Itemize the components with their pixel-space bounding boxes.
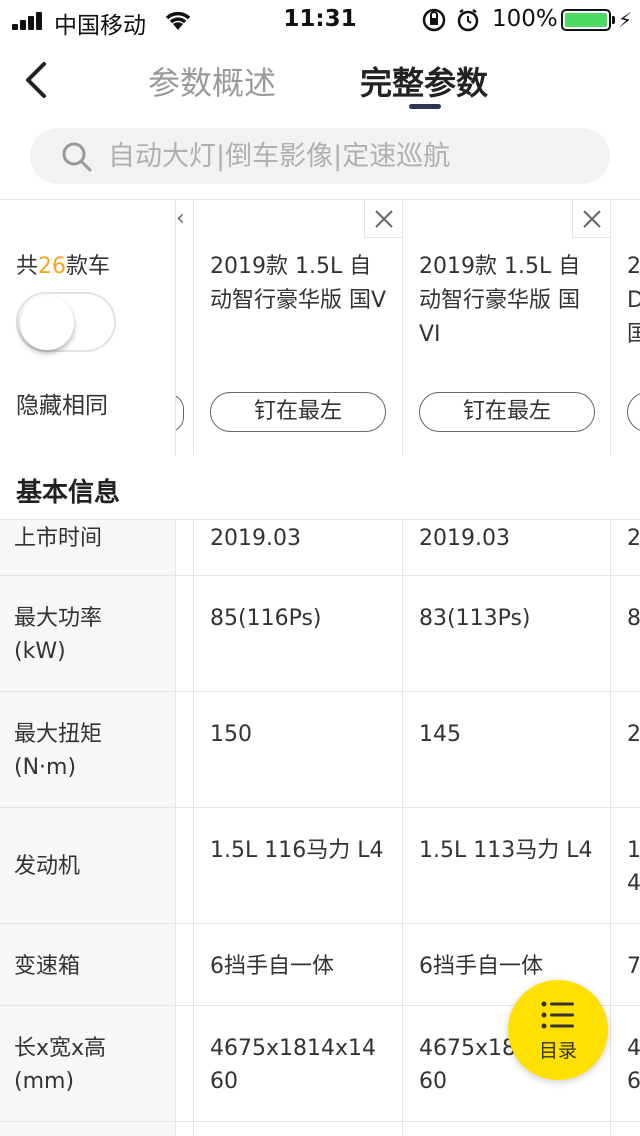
search-input[interactable] (108, 128, 588, 184)
car-count: 共26款车 (16, 254, 111, 279)
search-bar[interactable] (30, 128, 610, 184)
directory-label: 目录 (538, 1040, 577, 1062)
cell-value: 2019.03 (419, 526, 510, 551)
list-icon (541, 1001, 574, 1029)
cell-value: 2019.03 (210, 526, 301, 551)
table-row (0, 1122, 640, 1136)
cell-value: 83(113Ps) (419, 606, 531, 631)
tab-full-params[interactable]: 完整参数 (360, 58, 488, 104)
row-label: 最大扭矩 (N·m) (14, 722, 103, 780)
cell-value: 8 (627, 606, 640, 631)
cell-value: 150 (210, 722, 252, 747)
car-name: 2019款 1.5L 自动智行豪华版 国V (210, 254, 387, 313)
pin-left-button[interactable] (627, 392, 640, 432)
tab-overview[interactable]: 参数概述 (148, 58, 276, 104)
row-label: 最大功率 (kW) (14, 606, 103, 664)
close-icon[interactable] (364, 200, 402, 238)
cell-value: 2 (627, 722, 640, 747)
car-column: 2019款 1.5L 自动智行豪华版 国VI 钉在最左 (403, 200, 611, 455)
compare-header-left: 共26款车 隐藏相同 (0, 200, 176, 455)
toggle-knob (20, 296, 74, 350)
cell-value: 6挡手自一体 (419, 954, 543, 979)
cell-value: 145 (419, 722, 461, 747)
rotation-lock-icon (422, 8, 446, 32)
top-nav: 参数概述 完整参数 (0, 40, 640, 120)
cell-value: 4675x1814x1460 (210, 1036, 377, 1094)
car-name: 2 D 国 (627, 254, 640, 347)
row-label: 上市时间 (14, 526, 103, 551)
cell-value: 7 (627, 954, 640, 979)
table-row: 上市时间 2019.03 2019.03 2 (0, 520, 640, 576)
cell-value: 1.5L 116马力 L4 (210, 838, 384, 863)
row-label: 发动机 (14, 854, 81, 879)
cell-value: 4 6 (627, 1036, 640, 1094)
back-icon[interactable] (22, 60, 62, 104)
row-label: 长x宽x高 (mm) (14, 1036, 107, 1094)
table-row: 最大扭矩 (N·m) 150 145 2 (0, 692, 640, 808)
section-header: 基本信息 (0, 456, 640, 520)
pin-left-button[interactable]: 钉在最左 (419, 392, 595, 432)
car-count-number: 26 (38, 254, 67, 279)
search-icon (62, 142, 92, 172)
battery-percent: 100% (492, 6, 558, 32)
status-icons (420, 6, 484, 40)
hide-same-toggle[interactable] (16, 292, 116, 352)
section-title: 基本信息 (16, 478, 121, 508)
table-row: 最大功率 (kW) 85(116Ps) 83(113Ps) 8 (0, 576, 640, 692)
car-name: 2019款 1.5L 自动智行豪华版 国VI (419, 254, 581, 347)
charging-icon: ⚡ (618, 8, 633, 32)
battery-icon (561, 9, 611, 31)
status-bar: 中国移动 11:31 100% ⚡ (0, 0, 640, 40)
cell-value: 2 (627, 526, 640, 551)
chevron-left-icon[interactable]: ‹ (176, 206, 185, 231)
cell-value: 85(116Ps) (210, 606, 322, 631)
cell-value: 1. 4 (627, 838, 640, 896)
directory-button[interactable]: 目录 (508, 980, 608, 1080)
close-icon[interactable] (572, 200, 610, 238)
hide-same-label: 隐藏相同 (16, 393, 108, 419)
cell-value: 6挡手自一体 (210, 954, 334, 979)
pin-left-button[interactable]: 钉在最左 (210, 392, 386, 432)
tab-indicator (409, 104, 441, 109)
cell-value: 1.5L 113马力 L4 (419, 838, 593, 863)
car-column: 2019款 1.5L 自动智行豪华版 国V 钉在最左 (194, 200, 403, 455)
scrolled-column-sliver (176, 200, 194, 455)
row-label: 变速箱 (14, 954, 81, 979)
car-column-partial: 2 D 国 (611, 200, 640, 455)
alarm-icon (457, 8, 479, 32)
table-row: 发动机 1.5L 116马力 L4 1.5L 113马力 L4 1. 4 (0, 808, 640, 924)
